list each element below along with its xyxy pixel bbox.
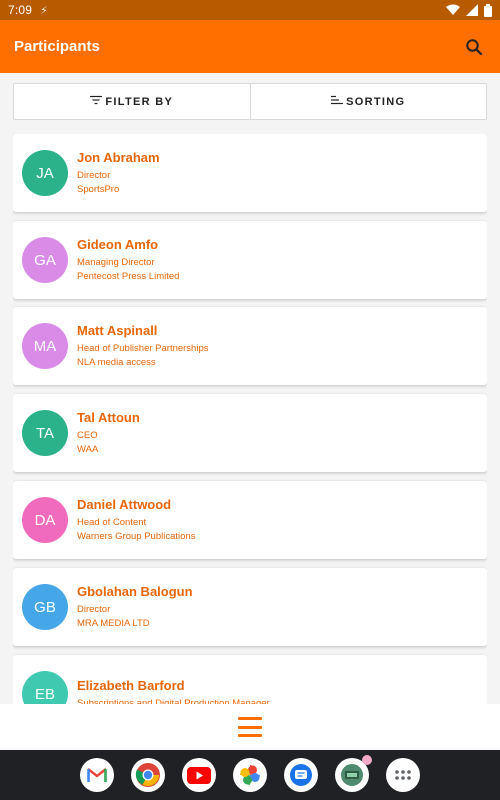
avatar: GB — [22, 584, 68, 630]
signal-icon — [466, 4, 478, 16]
avatar: MA — [22, 323, 68, 369]
photos-icon[interactable] — [233, 758, 267, 792]
participant-name: Matt Aspinall — [77, 322, 158, 338]
participant-card[interactable]: JA Jon Abraham Director SportsPro — [13, 134, 487, 212]
avatar: DA — [22, 497, 68, 543]
gmail-icon[interactable] — [80, 758, 114, 792]
participant-organization: Warners Group Publications — [77, 530, 196, 542]
bottom-menu-bar — [0, 704, 500, 750]
app-drawer-icon[interactable] — [386, 758, 420, 792]
participant-organization: WAA — [77, 443, 99, 455]
participant-organization: NLA media access — [77, 356, 156, 368]
participant-role: Director — [77, 603, 111, 615]
app-dock — [0, 750, 500, 800]
status-bar: 7:09 ⚡ — [0, 0, 500, 20]
hamburger-menu-icon[interactable] — [238, 717, 262, 737]
chrome-icon[interactable] — [131, 758, 165, 792]
participant-name: Tal Attoun — [77, 409, 140, 425]
battery-icon — [484, 3, 492, 17]
avatar-initials: GB — [34, 598, 56, 616]
participant-card[interactable]: GA Gideon Amfo Managing Director Penteco… — [13, 221, 487, 299]
avatar-initials: EB — [34, 685, 55, 703]
participant-name: Daniel Attwood — [77, 496, 172, 512]
page-title: Participants — [14, 38, 100, 55]
participant-role: Head of Publisher Partnerships — [77, 342, 209, 354]
filter-label: FILTER BY — [105, 95, 174, 108]
app-icon[interactable] — [335, 755, 372, 792]
participant-card[interactable]: DA Daniel Attwood Head of Content Warner… — [13, 481, 487, 559]
avatar: GA — [22, 237, 68, 283]
youtube-icon[interactable] — [182, 758, 216, 792]
participant-list: JA Jon Abraham Director SportsPro GA Gid… — [13, 134, 487, 704]
participant-name: Gbolahan Balogun — [77, 583, 193, 599]
status-time: 7:09 — [8, 3, 33, 17]
avatar-initials: JA — [36, 164, 54, 182]
avatar: EB — [22, 671, 68, 704]
participant-role: Head of Content — [77, 516, 147, 528]
avatar-initials: TA — [35, 424, 55, 442]
avatar-initials: GA — [34, 251, 56, 269]
participant-role: CEO — [77, 429, 98, 441]
participant-organization: MRA MEDIA LTD — [77, 617, 150, 629]
filter-icon — [90, 95, 103, 108]
notification-badge — [362, 755, 372, 765]
participant-role: Subscriptions and Digital Production Man… — [77, 697, 270, 705]
avatar: JA — [22, 150, 68, 196]
participant-card[interactable]: TA Tal Attoun CEO WAA — [13, 394, 487, 472]
sorting-label: SORTING — [346, 95, 406, 108]
participant-name: Jon Abraham — [77, 149, 160, 165]
avatar-initials: DA — [34, 511, 56, 529]
filter-button[interactable]: FILTER BY — [14, 84, 250, 119]
filter-sort-bar: FILTER BY SORTING — [13, 83, 487, 120]
charging-icon: ⚡ — [40, 4, 48, 17]
app-bar: Participants — [0, 20, 500, 73]
participant-name: Gideon Amfo — [77, 236, 159, 252]
participant-card[interactable]: EB Elizabeth Barford Subscriptions and D… — [13, 655, 487, 704]
avatar-initials: MA — [33, 337, 57, 355]
sort-icon — [331, 95, 344, 108]
wifi-icon — [446, 4, 460, 16]
participant-name: Elizabeth Barford — [77, 677, 185, 693]
participant-card[interactable]: MA Matt Aspinall Head of Publisher Partn… — [13, 307, 487, 385]
participant-role: Managing Director — [77, 256, 155, 268]
sorting-button[interactable]: SORTING — [251, 84, 487, 119]
search-icon[interactable] — [462, 35, 486, 59]
participant-organization: Pentecost Press Limited — [77, 270, 180, 282]
avatar: TA — [22, 410, 68, 456]
participant-role: Director — [77, 169, 111, 181]
participant-card[interactable]: GB Gbolahan Balogun Director MRA MEDIA L… — [13, 568, 487, 646]
messages-icon[interactable] — [284, 758, 318, 792]
participant-organization: SportsPro — [77, 183, 120, 195]
